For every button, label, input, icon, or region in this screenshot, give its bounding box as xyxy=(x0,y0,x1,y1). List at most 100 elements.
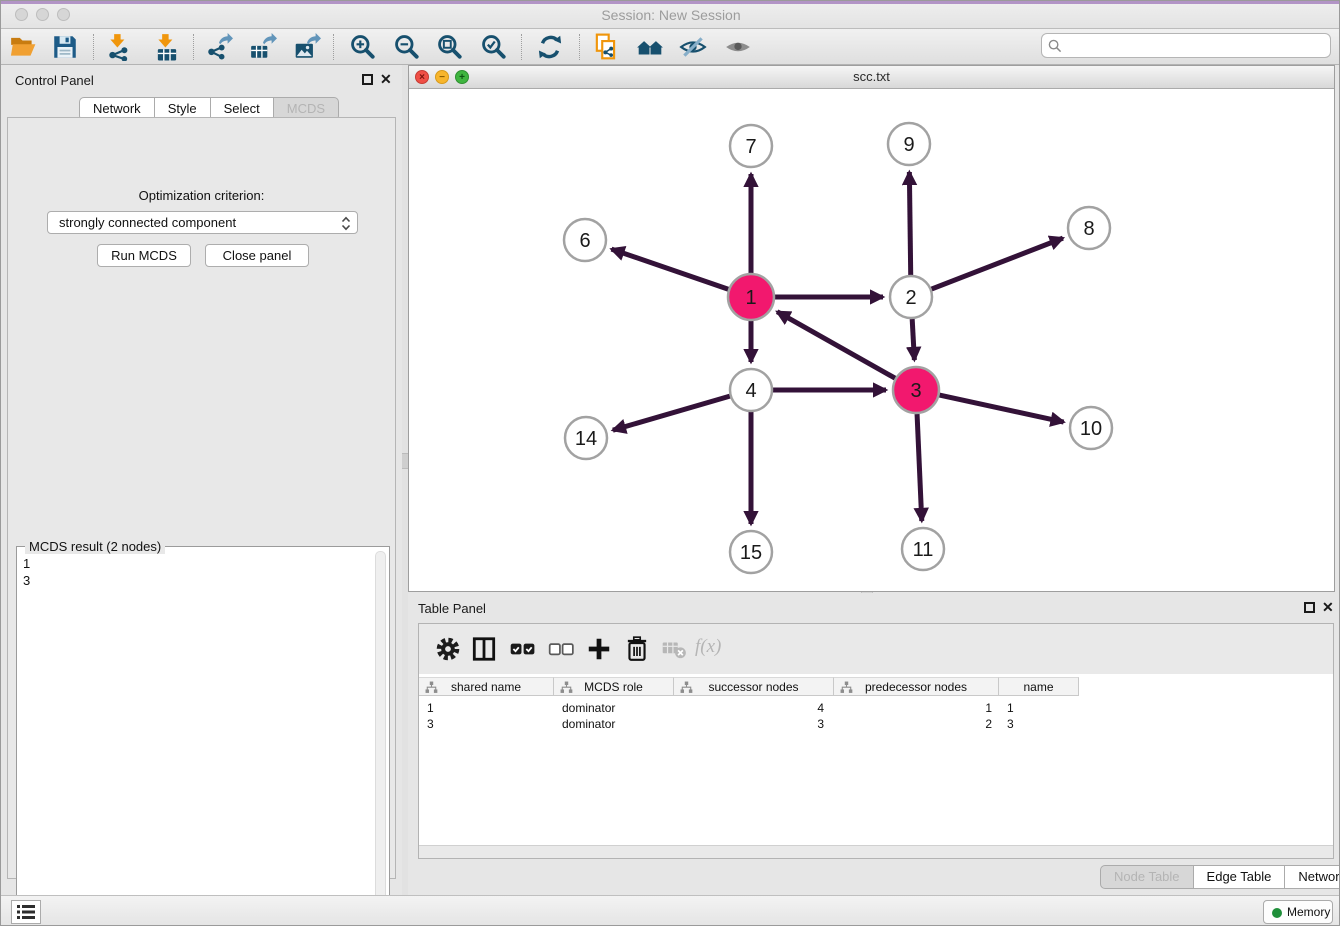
graph-edge-3-10[interactable] xyxy=(939,395,1063,422)
table-bottom-strip xyxy=(419,845,1333,858)
cell-successor-nodes[interactable]: 3 xyxy=(674,716,824,732)
export-image-icon[interactable] xyxy=(293,33,321,61)
graph-edge-3-1[interactable] xyxy=(777,312,895,378)
search-box xyxy=(1041,33,1331,58)
column-header-shared-name[interactable]: shared name xyxy=(419,677,554,696)
result-scrollbar[interactable] xyxy=(375,551,386,919)
svg-text:3: 3 xyxy=(910,380,921,402)
list-icon xyxy=(12,901,40,923)
graph-edge-2-8[interactable] xyxy=(932,238,1063,289)
save-session-icon[interactable] xyxy=(51,33,79,61)
graph-edge-2-9[interactable] xyxy=(909,172,910,275)
graph-node-10[interactable]: 10 xyxy=(1070,407,1112,449)
cell-name[interactable]: 3 xyxy=(1007,716,1077,732)
hierarchy-icon xyxy=(840,681,853,694)
zoom-fit-icon[interactable] xyxy=(436,33,464,61)
show-columns-icon[interactable] xyxy=(470,635,498,663)
tab-network-table[interactable]: Network Table xyxy=(1284,865,1340,889)
graph-node-4[interactable]: 4 xyxy=(730,369,772,411)
export-table-icon[interactable] xyxy=(249,33,277,61)
svg-text:2: 2 xyxy=(905,287,916,309)
zoom-selected-icon[interactable] xyxy=(480,33,508,61)
node-table: shared name MCDS role successor nodes pr… xyxy=(419,674,1333,845)
close-panel-button[interactable]: Close panel xyxy=(205,244,309,267)
cell-shared-name[interactable]: 1 xyxy=(427,700,547,716)
control-panel-title: Control Panel xyxy=(15,73,94,88)
graph-node-3[interactable]: 3 xyxy=(893,367,939,413)
graph-edge-2-3[interactable] xyxy=(912,319,914,360)
zoom-out-icon[interactable] xyxy=(393,33,421,61)
table-settings-gear-icon[interactable] xyxy=(434,635,462,663)
svg-text:10: 10 xyxy=(1080,418,1102,440)
network-window-titlebar[interactable]: × − + scc.txt xyxy=(409,66,1334,89)
tab-edge-table[interactable]: Edge Table xyxy=(1193,865,1286,889)
graph-node-1[interactable]: 1 xyxy=(728,274,774,320)
svg-text:11: 11 xyxy=(913,539,934,561)
column-header-predecessor-nodes[interactable]: predecessor nodes xyxy=(834,677,999,696)
close-table-panel-icon[interactable]: ✕ xyxy=(1322,600,1334,614)
show-all-icon[interactable] xyxy=(724,33,752,61)
import-network-icon[interactable] xyxy=(105,33,133,61)
deselect-all-icon[interactable] xyxy=(547,635,575,663)
cell-mcds-role[interactable]: dominator xyxy=(562,700,672,716)
select-all-icon[interactable] xyxy=(508,635,536,663)
network-view-window: × − + scc.txt 7 9 6 8 1 2 4 3 14 10 15 11 xyxy=(408,65,1335,592)
search-icon xyxy=(1048,39,1062,53)
delete-table-icon[interactable] xyxy=(660,635,688,663)
float-panel-icon[interactable] xyxy=(362,74,373,85)
column-header-successor-nodes[interactable]: successor nodes xyxy=(674,677,834,696)
search-input[interactable] xyxy=(1066,36,1324,55)
graph-node-7[interactable]: 7 xyxy=(730,125,772,167)
close-panel-icon[interactable]: ✕ xyxy=(380,72,392,86)
graph-node-8[interactable]: 8 xyxy=(1068,207,1110,249)
toolbar-separator xyxy=(333,34,334,60)
cell-mcds-role[interactable]: dominator xyxy=(562,716,672,732)
graph-edge-4-14[interactable] xyxy=(613,396,730,430)
mcds-result-box: MCDS result (2 nodes) 1 3 xyxy=(16,546,390,924)
criterion-dropdown[interactable]: strongly connected component xyxy=(47,211,358,234)
memory-status-icon xyxy=(1272,908,1282,918)
refresh-view-icon[interactable] xyxy=(536,33,564,61)
svg-text:8: 8 xyxy=(1083,218,1094,240)
zoom-in-icon[interactable] xyxy=(349,33,377,61)
hierarchy-icon xyxy=(425,681,438,694)
graph-edge-1-6[interactable] xyxy=(611,249,728,289)
run-mcds-button[interactable]: Run MCDS xyxy=(97,244,191,267)
control-panel: Control Panel ✕ Network Style Select MCD… xyxy=(1,65,402,895)
export-network-icon[interactable] xyxy=(205,33,233,61)
cell-name[interactable]: 1 xyxy=(1007,700,1077,716)
delete-rows-trash-icon[interactable] xyxy=(623,635,651,663)
graph-node-14[interactable]: 14 xyxy=(565,417,607,459)
hide-selected-icon[interactable] xyxy=(679,33,707,61)
open-session-icon[interactable] xyxy=(9,33,37,61)
column-header-name[interactable]: name xyxy=(999,677,1079,696)
cell-predecessor-nodes[interactable]: 1 xyxy=(834,700,992,716)
svg-text:9: 9 xyxy=(903,134,914,156)
cell-successor-nodes[interactable]: 4 xyxy=(674,700,824,716)
svg-text:6: 6 xyxy=(579,230,590,252)
memory-button[interactable]: Memory xyxy=(1263,900,1333,924)
cell-shared-name[interactable]: 3 xyxy=(427,716,547,732)
reset-views-icon[interactable] xyxy=(636,33,664,61)
tab-node-table[interactable]: Node Table xyxy=(1100,865,1194,889)
cell-predecessor-nodes[interactable]: 2 xyxy=(834,716,992,732)
graph-node-15[interactable]: 15 xyxy=(730,531,772,573)
mcds-result-text[interactable]: 1 3 xyxy=(23,555,30,589)
graph-node-2[interactable]: 2 xyxy=(890,276,932,318)
graph-node-9[interactable]: 9 xyxy=(888,123,930,165)
float-table-panel-icon[interactable] xyxy=(1304,602,1315,613)
graph-edge-3-11[interactable] xyxy=(917,414,922,521)
task-history-button[interactable] xyxy=(11,900,41,924)
table-toolbar: f(x) xyxy=(419,624,1333,674)
mcds-panel: Optimization criterion: strongly connect… xyxy=(7,117,396,879)
optimization-criterion-label: Optimization criterion: xyxy=(8,188,395,203)
toolbar-separator xyxy=(193,34,194,60)
import-table-icon[interactable] xyxy=(153,33,181,61)
network-canvas[interactable]: 7 9 6 8 1 2 4 3 14 10 15 11 xyxy=(409,89,1334,591)
new-network-from-selection-icon[interactable] xyxy=(592,33,620,61)
graph-node-6[interactable]: 6 xyxy=(564,219,606,261)
add-row-plus-icon[interactable] xyxy=(585,635,613,663)
column-header-mcds-role[interactable]: MCDS role xyxy=(554,677,674,696)
network-graph[interactable]: 7 9 6 8 1 2 4 3 14 10 15 11 xyxy=(409,89,1334,591)
graph-node-11[interactable]: 11 xyxy=(902,528,944,570)
